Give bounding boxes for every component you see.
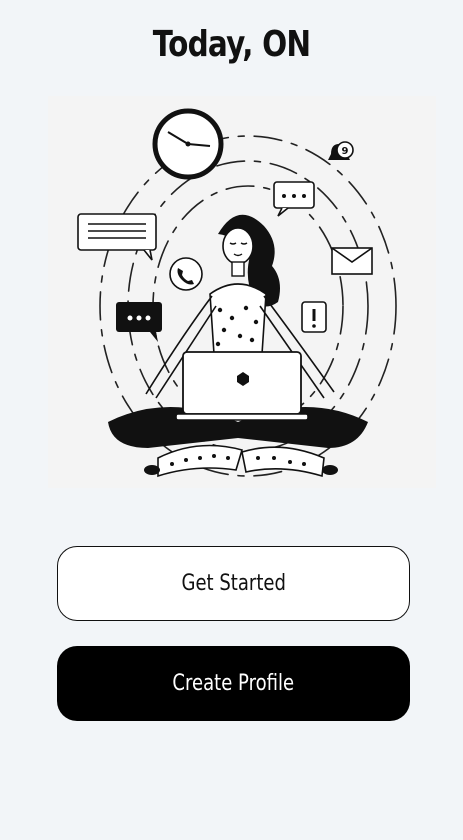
envelope-icon <box>331 247 373 275</box>
phone-icon <box>169 257 203 291</box>
create-profile-label: Create Profile <box>172 671 295 696</box>
notification-count: 9 <box>342 146 349 157</box>
message-icon <box>77 213 157 261</box>
clock-icon <box>152 108 224 180</box>
dark-chat-bubble-icon <box>116 302 162 342</box>
get-started-label: Get Started <box>181 571 286 596</box>
laptop-icon <box>175 351 309 421</box>
alert-bubble-icon <box>301 301 327 333</box>
meditation-illustration: 9 <box>48 96 436 488</box>
chat-bubble-icon <box>273 181 315 217</box>
get-started-button[interactable]: Get Started <box>57 546 410 621</box>
page-title: Today, ON <box>152 24 311 65</box>
bell-icon: 9 <box>328 141 354 160</box>
create-profile-button[interactable]: Create Profile <box>57 646 410 721</box>
